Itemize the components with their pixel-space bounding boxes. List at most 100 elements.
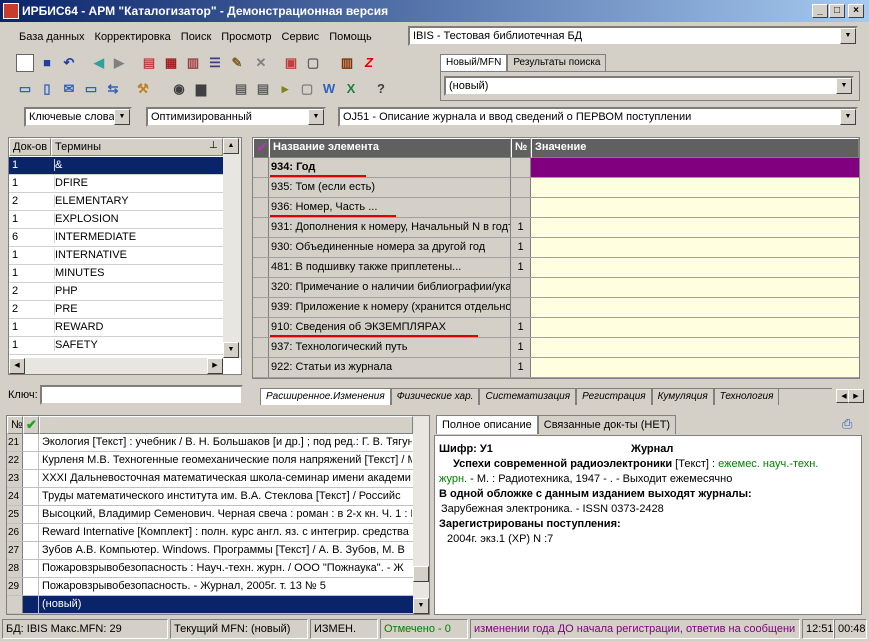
pin-icon[interactable]: ⊥: [209, 140, 218, 151]
field-name[interactable]: 935: Том (если есть): [269, 178, 511, 197]
record-checkbox[interactable]: [23, 578, 39, 595]
tab-systematization[interactable]: Систематизация: [479, 389, 577, 405]
field-row[interactable]: 930: Объединенные номера за другой год 1: [253, 238, 859, 258]
record-row[interactable]: 28 Пожаровзрывобезопасность : Науч.-техн.…: [7, 560, 413, 578]
menu-edit[interactable]: Корректировка: [90, 25, 176, 49]
field-name[interactable]: 939: Приложение к номеру (хранится отдел…: [269, 298, 511, 317]
field-value[interactable]: [531, 318, 859, 337]
grid-icon[interactable]: ▦: [162, 54, 180, 72]
doc-copy-icon[interactable]: ▢: [298, 80, 316, 98]
field-value[interactable]: [531, 278, 859, 297]
tab-cumulation[interactable]: Кумуляция: [651, 389, 714, 405]
field-value[interactable]: [531, 218, 859, 237]
dictionary-row[interactable]: 1 INTERNATIVE: [9, 247, 223, 265]
export-icon[interactable]: ▢: [304, 54, 322, 72]
record-checkbox[interactable]: [23, 596, 39, 613]
envelope-icon[interactable]: ✉: [60, 80, 78, 98]
doc-arrow-icon[interactable]: ▸: [276, 80, 294, 98]
app-icon[interactable]: [3, 3, 19, 19]
col-terms-header[interactable]: Термины: [51, 138, 223, 156]
transfer-icon[interactable]: ⇆: [104, 80, 122, 98]
new-record-select[interactable]: (новый) ▼: [444, 76, 854, 96]
field-name[interactable]: 922: Статьи из журнала: [269, 358, 511, 377]
field-row[interactable]: 937: Технологический путь 1: [253, 338, 859, 358]
chevron-down-icon[interactable]: ▼: [836, 78, 852, 94]
barcode-icon[interactable]: ▥: [338, 54, 356, 72]
field-row[interactable]: 320: Примечание о наличии библиографии/у…: [253, 278, 859, 298]
monitor-icon[interactable]: ▭: [82, 80, 100, 98]
field-value[interactable]: [531, 178, 859, 197]
dictionary-row[interactable]: 1 MINUTES: [9, 265, 223, 283]
check-icon[interactable]: ▯: [38, 80, 56, 98]
tab-extended[interactable]: Расширенное.Изменения: [260, 389, 391, 405]
key-input[interactable]: [40, 385, 243, 405]
tab-scroll-right-icon[interactable]: ▶: [848, 389, 864, 403]
menu-search[interactable]: Поиск: [176, 25, 216, 49]
record-checkbox[interactable]: [23, 542, 39, 559]
printer-icon[interactable]: ▤: [232, 80, 250, 98]
chevron-right-icon[interactable]: ▶: [207, 358, 223, 374]
records-scrollbar[interactable]: ▼: [413, 416, 429, 614]
field-row[interactable]: 935: Том (если есть): [253, 178, 859, 198]
tab-related-docs[interactable]: Связанные док-ты (НЕТ): [537, 415, 677, 434]
chevron-down-icon[interactable]: ▼: [114, 109, 130, 125]
worksheet-select[interactable]: OJ51 - Описание журнала и ввод сведений …: [338, 107, 858, 127]
record-checkbox[interactable]: [23, 470, 39, 487]
tab-new-mfn[interactable]: Новый/MFN: [440, 54, 508, 71]
menu-view[interactable]: Просмотр: [216, 25, 276, 49]
dictionary-hscrollbar[interactable]: ◀ ▶: [9, 358, 223, 374]
field-row[interactable]: 931: Дополнения к номеру, Начальный N в …: [253, 218, 859, 238]
database-select[interactable]: IBIS - Тестовая библиотечная БД ▼: [408, 26, 858, 46]
undo-icon[interactable]: ↶: [60, 54, 78, 72]
dictionary-row[interactable]: 1 EXPLOSION: [9, 211, 223, 229]
spreadsheet-icon[interactable]: X: [342, 80, 360, 98]
field-value[interactable]: [531, 158, 859, 177]
record-checkbox[interactable]: [23, 488, 39, 505]
edit-icon[interactable]: ✎: [228, 54, 246, 72]
record-checkbox[interactable]: [23, 560, 39, 577]
scroll-thumb[interactable]: [413, 566, 429, 582]
z3950-icon[interactable]: Z: [360, 54, 378, 72]
delete-icon[interactable]: ✕: [252, 54, 270, 72]
dictionary-row[interactable]: 2 PHP: [9, 283, 223, 301]
tab-search-results[interactable]: Результаты поиска: [507, 54, 607, 71]
record-row[interactable]: 26 Reward Internative [Комплект] : полн. …: [7, 524, 413, 542]
field-value[interactable]: [531, 298, 859, 317]
field-value[interactable]: [531, 238, 859, 257]
tab-technology[interactable]: Технология: [713, 389, 780, 405]
field-name[interactable]: 931: Дополнения к номеру, Начальный N в …: [269, 218, 511, 237]
minimize-icon[interactable]: _: [812, 4, 828, 18]
folder-icon[interactable]: ▆: [192, 80, 210, 98]
dictionary-scrollbar[interactable]: ▲ ▼: [223, 138, 241, 358]
save-icon[interactable]: ■: [38, 54, 56, 72]
record-checkbox[interactable]: [23, 434, 39, 451]
arrow-right-icon[interactable]: ▶: [110, 54, 128, 72]
record-row[interactable]: 23 XXXI Дальневосточная математическая шк…: [7, 470, 413, 488]
field-name[interactable]: 481: В подшивку также приплетены...: [269, 258, 511, 277]
field-name[interactable]: 320: Примечание о наличии библиографии/у…: [269, 278, 511, 297]
dictionary-row[interactable]: 2 PRE: [9, 301, 223, 319]
field-name[interactable]: 930: Объединенные номера за другой год: [269, 238, 511, 257]
dictionary-row[interactable]: 1 &: [9, 157, 223, 175]
field-value[interactable]: [531, 338, 859, 357]
menu-database[interactable]: База данных: [14, 25, 90, 49]
record-row[interactable]: 27 Зубов А.В. Компьютер. Windows. Програм…: [7, 542, 413, 560]
chevron-left-icon[interactable]: ◀: [9, 358, 25, 374]
chevron-up-icon[interactable]: ▲: [223, 138, 239, 154]
record-row[interactable]: 25 Высоцкий, Владимир Семенович. Черная с…: [7, 506, 413, 524]
list-icon[interactable]: ☰: [206, 54, 224, 72]
tab-full-description[interactable]: Полное описание: [436, 415, 538, 434]
field-value[interactable]: [531, 358, 859, 377]
record-checkbox[interactable]: [23, 506, 39, 523]
import-icon[interactable]: ▣: [282, 54, 300, 72]
menu-help[interactable]: Помощь: [324, 25, 377, 49]
print-icon[interactable]: ⎙: [842, 416, 858, 432]
print-preview-icon[interactable]: ▭: [16, 80, 34, 98]
menu-service[interactable]: Сервис: [277, 25, 325, 49]
dictionary-row[interactable]: 1 DFIRE: [9, 175, 223, 193]
dictionary-row[interactable]: 1 SAFETY: [9, 337, 223, 355]
chevron-down-icon[interactable]: ▼: [840, 28, 856, 44]
eye-icon[interactable]: ◉: [170, 80, 188, 98]
close-icon[interactable]: ×: [848, 4, 864, 18]
record-row[interactable]: 29 Пожаровзрывобезопасность. - Журнал, 20…: [7, 578, 413, 596]
